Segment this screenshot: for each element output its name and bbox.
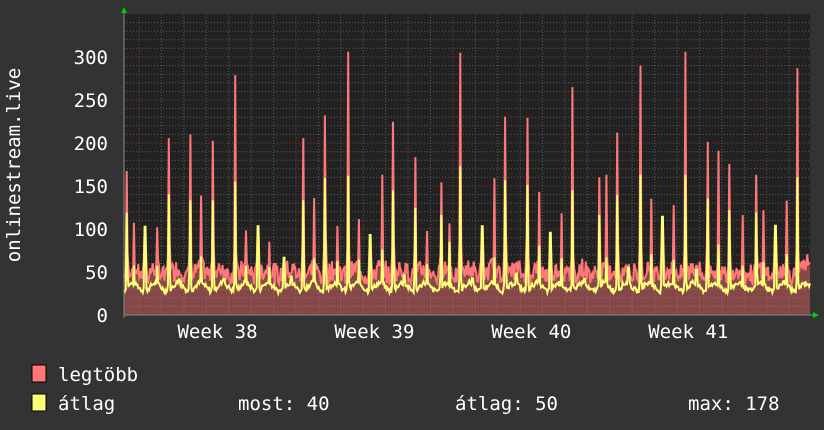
x-tick-label: Week 38 xyxy=(177,321,257,343)
legend-now-value: most: 40 xyxy=(238,393,330,415)
rrd-graph: 0 50 100 150 200 250 300 Week 38 Week 39 Week 40… xyxy=(0,0,824,430)
y-tick-label: 100 xyxy=(74,219,108,241)
x-axis-arrow-icon xyxy=(813,312,819,318)
legend-swatch-avg xyxy=(31,393,47,412)
legend-swatch-max xyxy=(31,364,47,383)
y-tick-labels: 0 50 100 150 200 250 300 xyxy=(74,47,108,327)
x-tick-labels: Week 38 Week 39 Week 40 Week 41 xyxy=(177,321,728,343)
y-tick-label: 300 xyxy=(74,47,108,69)
y-tick-label: 0 xyxy=(97,305,108,327)
y-tick-label: 150 xyxy=(74,176,108,198)
y-tick-label: 200 xyxy=(74,133,108,155)
legend-avg-value: átlag: 50 xyxy=(455,393,558,415)
x-tick-label: Week 41 xyxy=(648,321,728,343)
y-tick-label: 50 xyxy=(85,262,108,284)
chart-svg: 0 50 100 150 200 250 300 Week 38 Week 39 Week 40… xyxy=(3,7,819,415)
legend-label-max: legtöbb xyxy=(58,364,138,386)
y-axis-label: onlinestream.live xyxy=(3,68,25,262)
legend-label-avg: átlag xyxy=(58,393,115,415)
legend-max-value: max: 178 xyxy=(688,393,780,415)
x-tick-label: Week 40 xyxy=(491,321,571,343)
y-tick-label: 250 xyxy=(74,90,108,112)
x-tick-label: Week 39 xyxy=(334,321,414,343)
y-axis-arrow-icon xyxy=(121,7,127,13)
